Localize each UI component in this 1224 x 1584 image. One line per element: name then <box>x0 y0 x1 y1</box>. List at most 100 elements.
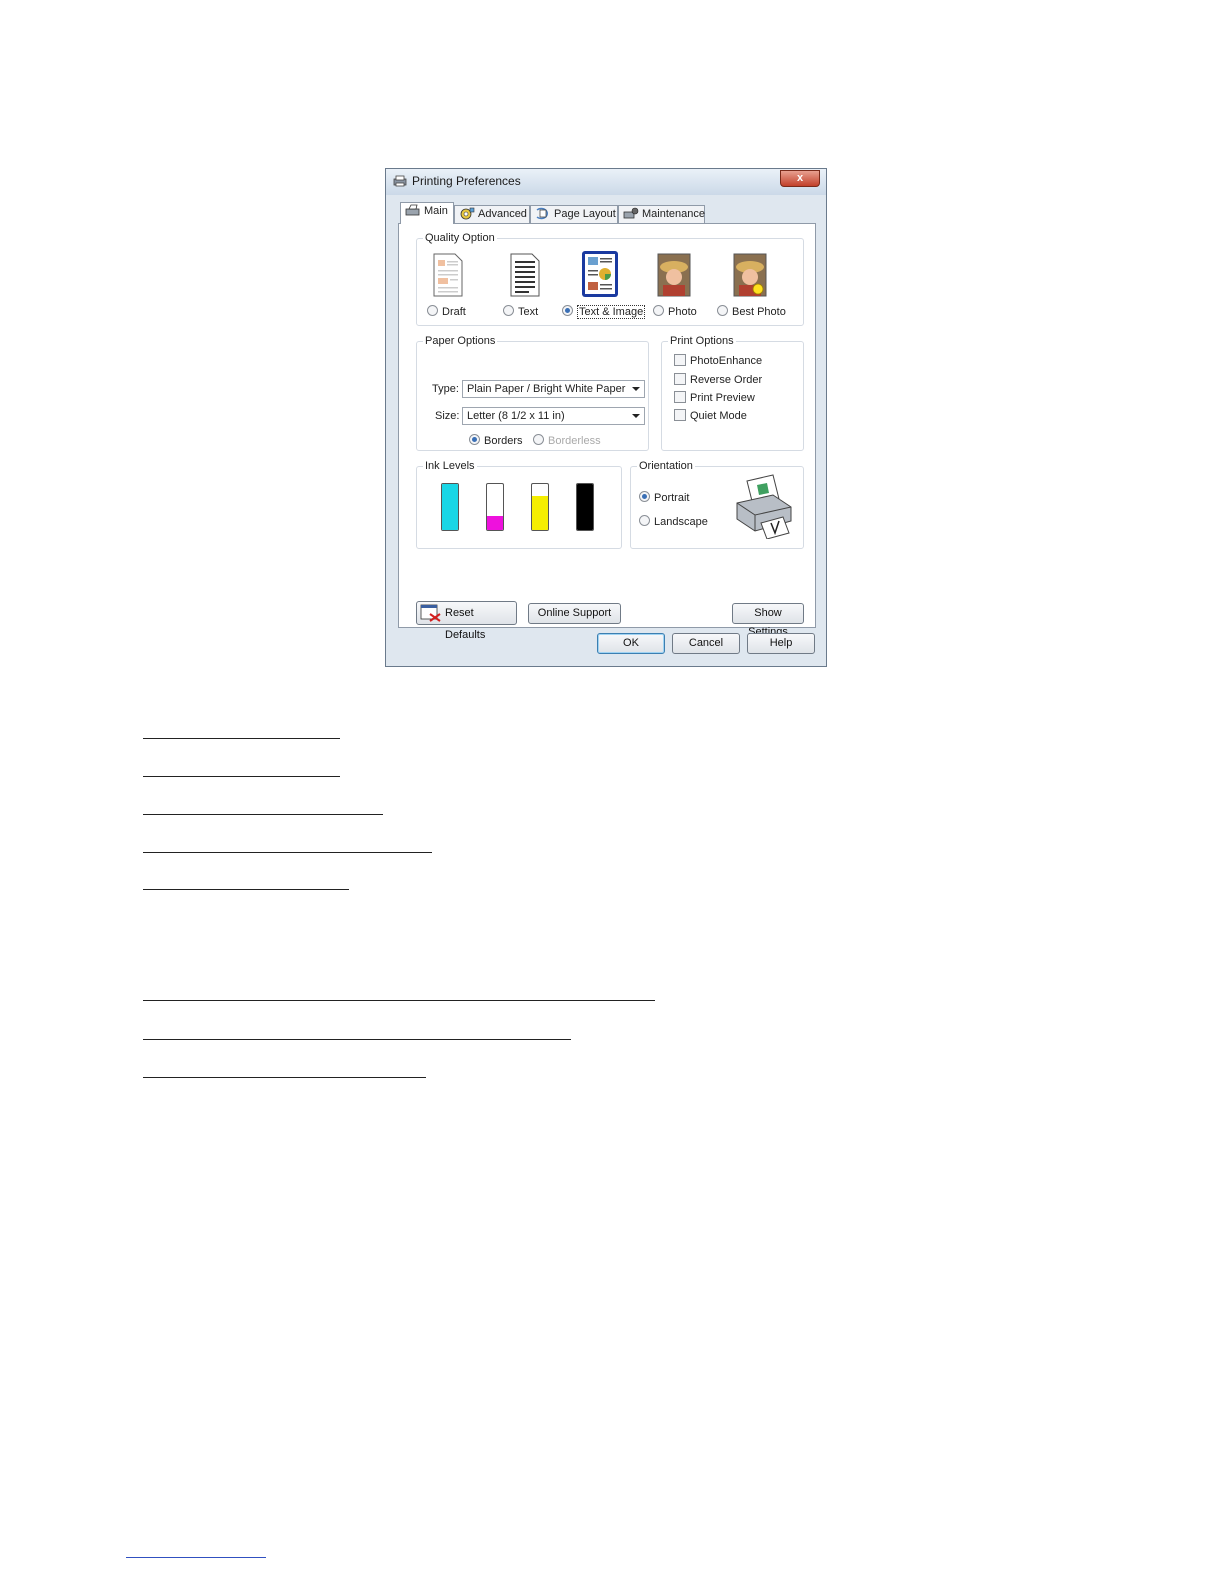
reverse-order-option[interactable]: Reverse Order <box>674 373 762 386</box>
print-options-label: Print Options <box>668 335 736 347</box>
paper-options-label: Paper Options <box>423 335 498 347</box>
link-line[interactable] <box>143 852 432 853</box>
tab-maintenance[interactable]: Maintenance <box>618 205 705 223</box>
photo-label: Photo <box>668 306 697 318</box>
reset-defaults-button[interactable]: Reset Defaults <box>416 601 517 641</box>
black-ink-fill <box>577 484 593 530</box>
tab-main[interactable]: Main <box>400 202 454 224</box>
photoenhance-checkbox[interactable] <box>674 354 686 366</box>
quality-option-group: Quality Option Draft Text Text & Image P… <box>416 232 804 326</box>
printing-preferences-window: Printing Preferences x Main Advanced Pag… <box>385 168 827 667</box>
page-layout-icon <box>536 207 548 220</box>
show-settings-button[interactable]: Show Settings <box>732 603 804 638</box>
quality-option-label: Quality Option <box>423 232 497 244</box>
quality-text-option[interactable]: Text <box>503 305 538 318</box>
link-line[interactable] <box>143 776 340 777</box>
link-line[interactable] <box>143 1039 571 1040</box>
print-options-group: Print Options PhotoEnhance Reverse Order… <box>661 335 804 451</box>
paper-size-select[interactable]: Letter (8 1/2 x 11 in) <box>462 407 645 425</box>
quality-text-image-option[interactable]: Text & Image <box>562 305 646 319</box>
yellow-ink-fill <box>532 495 548 530</box>
portrait-option[interactable]: Portrait <box>639 491 689 504</box>
paper-options-group: Paper Options Type: Plain Paper / Bright… <box>416 335 649 451</box>
cyan-ink-cartridge <box>441 483 459 531</box>
orientation-label: Orientation <box>637 460 695 472</box>
cyan-ink-fill <box>442 484 458 530</box>
black-ink-cartridge <box>576 483 594 531</box>
quality-draft-option[interactable]: Draft <box>427 305 466 318</box>
paper-type-value: Plain Paper / Bright White Paper <box>467 383 626 395</box>
magenta-ink-cartridge <box>486 483 504 531</box>
link-line[interactable] <box>143 889 349 890</box>
photoenhance-option[interactable]: PhotoEnhance <box>674 354 762 367</box>
paper-type-select[interactable]: Plain Paper / Bright White Paper <box>462 380 645 398</box>
close-button[interactable]: x <box>780 170 820 187</box>
printer-icon <box>393 175 407 187</box>
tab-advanced[interactable]: Advanced <box>454 205 530 223</box>
chevron-down-icon <box>632 414 640 418</box>
tab-advanced-label: Advanced <box>478 208 527 220</box>
best-photo-radio[interactable] <box>717 305 728 316</box>
photo-radio[interactable] <box>653 305 664 316</box>
text-image-document-icon[interactable] <box>581 250 619 298</box>
tab-main-label: Main <box>424 205 448 217</box>
borders-option[interactable]: Borders <box>469 434 523 447</box>
reset-defaults-icon <box>420 604 441 622</box>
text-image-radio[interactable] <box>562 305 573 316</box>
borderless-label: Borderless <box>548 435 601 447</box>
quiet-mode-checkbox[interactable] <box>674 409 686 421</box>
tab-page-layout-label: Page Layout <box>554 208 616 220</box>
text-label: Text <box>518 306 539 318</box>
landscape-radio[interactable] <box>639 515 650 526</box>
text-image-label: Text & Image <box>577 305 646 319</box>
printer-portrait-icon <box>736 474 792 539</box>
photoenhance-label: PhotoEnhance <box>690 355 763 367</box>
borderless-option[interactable]: Borderless <box>533 434 601 447</box>
quality-photo-option[interactable]: Photo <box>653 305 697 318</box>
main-tab-panel: Quality Option Draft Text Text & Image P… <box>398 223 816 641</box>
draft-label: Draft <box>442 306 466 318</box>
link-line[interactable] <box>143 1000 655 1001</box>
yellow-ink-cartridge <box>531 483 549 531</box>
link-line[interactable] <box>143 1077 426 1078</box>
magenta-ink-fill <box>487 516 503 530</box>
quality-best-photo-option[interactable]: Best Photo <box>717 305 786 318</box>
draft-document-icon[interactable] <box>431 253 465 297</box>
title-bar[interactable]: Printing Preferences x <box>386 169 826 195</box>
help-button[interactable]: Help <box>747 633 815 654</box>
quiet-mode-label: Quiet Mode <box>690 410 747 422</box>
borders-radio[interactable] <box>469 434 480 445</box>
print-preview-checkbox[interactable] <box>674 391 686 403</box>
tab-maintenance-label: Maintenance <box>642 208 705 220</box>
best-photo-icon[interactable] <box>733 253 767 297</box>
advanced-gear-icon <box>460 207 475 220</box>
reverse-order-label: Reverse Order <box>690 374 763 386</box>
photo-icon[interactable] <box>657 253 691 297</box>
window-title: Printing Preferences <box>412 174 521 188</box>
tab-page-layout[interactable]: Page Layout <box>530 205 618 223</box>
link-line[interactable] <box>143 814 383 815</box>
text-document-icon[interactable] <box>508 253 542 297</box>
landscape-option[interactable]: Landscape <box>639 515 708 528</box>
borders-label: Borders <box>484 435 523 447</box>
print-preview-option[interactable]: Print Preview <box>674 391 755 404</box>
cancel-button[interactable]: Cancel <box>672 633 740 654</box>
best-photo-label: Best Photo <box>732 306 786 318</box>
ink-levels-label: Ink Levels <box>423 460 477 472</box>
orientation-group: Orientation Portrait Landscape <box>630 460 804 549</box>
borderless-radio[interactable] <box>533 434 544 445</box>
reverse-order-checkbox[interactable] <box>674 373 686 385</box>
draft-radio[interactable] <box>427 305 438 316</box>
text-radio[interactable] <box>503 305 514 316</box>
chevron-down-icon <box>632 387 640 391</box>
link-line[interactable] <box>143 738 340 739</box>
portrait-radio[interactable] <box>639 491 650 502</box>
quiet-mode-option[interactable]: Quiet Mode <box>674 409 747 422</box>
maintenance-icon <box>623 207 639 219</box>
landscape-label: Landscape <box>654 516 708 528</box>
ok-button[interactable]: OK <box>597 633 665 654</box>
page-link-line[interactable] <box>126 1557 266 1558</box>
online-support-button[interactable]: Online Support <box>528 603 621 624</box>
portrait-label: Portrait <box>654 492 690 504</box>
print-preview-label: Print Preview <box>690 392 755 404</box>
